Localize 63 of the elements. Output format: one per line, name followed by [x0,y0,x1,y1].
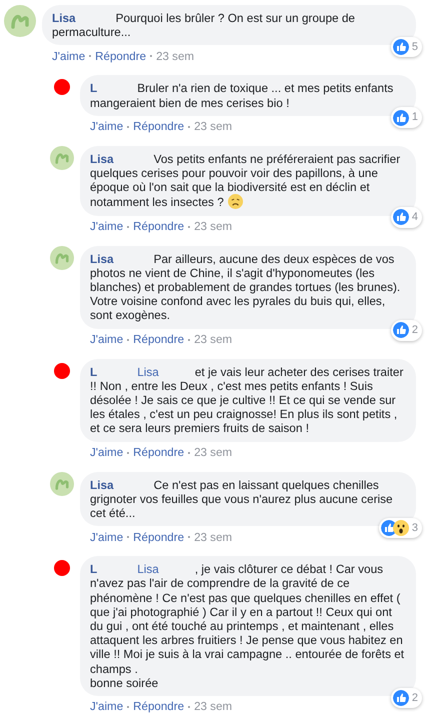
reaction-badge[interactable]: 1 [390,107,422,128]
reaction-badge[interactable]: 4 [390,207,422,228]
reaction-badge[interactable]: 3 [378,518,422,538]
reply-link[interactable]: Répondre [133,330,184,348]
like-link[interactable]: J'aime [90,118,124,136]
comment-text: Lisa Ce n'est pas en laissant quelques chenilles grignoter vos feuilles que vous n'aurez plus aucune cerise cet été... [90,478,394,520]
like-link[interactable]: J'aime [90,330,124,348]
comment-text: L Bruler n'a rien de toxique ... et mes petits enfants mangeraient bien de mes cerises bio ! [90,81,394,110]
avatar [50,246,74,270]
reply-link[interactable]: Répondre [133,118,184,136]
thumbs-up-icon [392,110,409,126]
author-name[interactable]: L [90,81,98,96]
timestamp: 23 sem [194,530,232,546]
reaction-badge[interactable]: 2 [390,320,422,341]
mention-link[interactable]: Lisa [137,562,159,576]
reaction-badge[interactable]: 5 [390,36,422,58]
mention-link[interactable]: Lisa [137,364,159,379]
like-link[interactable]: J'aime [90,218,124,236]
author-name[interactable]: Lisa [52,11,76,25]
author-name[interactable]: Lisa [90,152,114,166]
author-name[interactable]: L [90,364,98,379]
reaction-badge[interactable]: 2 [390,688,422,708]
author-name[interactable]: L [90,562,98,576]
reaction-count: 2 [412,690,418,706]
like-link[interactable]: J'aime [90,528,124,546]
comment-text: L Lisa , je vais clôturer ce débat ! Car vous n'avez pas l'air de comprendre de la gravité de ce phénomène ! Ce n'est pas que quelques chenilles en effet ( que j'ai photographié ) Car il y en a partout !! Ceux qui ont du gui , ont été touché au printemps , et maintenant , elles attaquent les arbres fruitiers ! Je pense que vous habitez en ville !! Moi je suis à la vrai campagne .. entourée de forêts et champs . bonne soirée [90,562,406,690]
avatar [54,560,70,576]
thumbs-up-icon [392,690,409,706]
reaction-count: 1 [412,110,418,126]
timestamp: 23 sem [194,699,232,716]
avatar [50,472,74,496]
author-name[interactable]: Lisa [90,252,114,266]
timestamp: 23 sem [194,119,232,136]
reaction-count: 4 [412,210,418,226]
reply-link[interactable]: Répondre [133,698,184,716]
timestamp: 23 sem [194,444,232,461]
thumbs-up-icon [392,39,409,56]
reply-link[interactable]: Répondre [95,48,146,66]
reaction-count: 3 [412,520,418,536]
timestamp: 23 sem [194,218,232,235]
avatar [4,5,36,37]
author-name[interactable]: Lisa [90,478,114,492]
timestamp: 23 sem [156,48,194,65]
reaction-count: 5 [412,40,418,55]
reply-link[interactable]: Répondre [133,444,184,462]
comment-text: Lisa Pourquoi les brûler ? On est sur un groupe de permaculture... [52,11,356,40]
comment-text: L Lisa et je vais leur acheter des cerises traiter !! Non , entre les Deux , c'est mes petits enfants ! Suis désolée ! Je sais ce que je cultive !! Et ce qui se vende sur les étales , c'est un peu craignosse! En plus ils sont petits , et ce sera leurs premiers fruits de saison ! [90,364,404,436]
like-link[interactable]: J'aime [52,48,86,66]
like-link[interactable]: J'aime [90,698,124,716]
comment-text: Lisa Par ailleurs, aucune des deux espèces de vos photos ne vient de Chine, il s'agit d'hyponomeutes (les blanches) et probablement de grandes tortues (les brunes). Votre voisine confond avec les pyrales du buis qui, elles, sont exogènes. [90,252,402,323]
surprised-face-icon [392,520,409,536]
reply-link[interactable]: Répondre [133,528,184,546]
comment-text: Lisa Vos petits enfants ne préféreraient pas sacrifier quelques cerises pour pouvoir voir des papillons, à une époque où l'on sait que la biodiversité est en déclin et notamment les insectes ? [90,152,402,210]
thumbs-up-icon [392,322,409,338]
avatar [54,362,70,379]
reaction-count: 2 [412,323,418,338]
thumbs-up-icon [392,209,409,226]
worried-face-icon [228,194,243,210]
reply-link[interactable]: Répondre [133,218,184,236]
avatar [54,79,70,96]
like-link[interactable]: J'aime [90,444,124,462]
timestamp: 23 sem [194,332,232,348]
avatar [50,146,74,170]
